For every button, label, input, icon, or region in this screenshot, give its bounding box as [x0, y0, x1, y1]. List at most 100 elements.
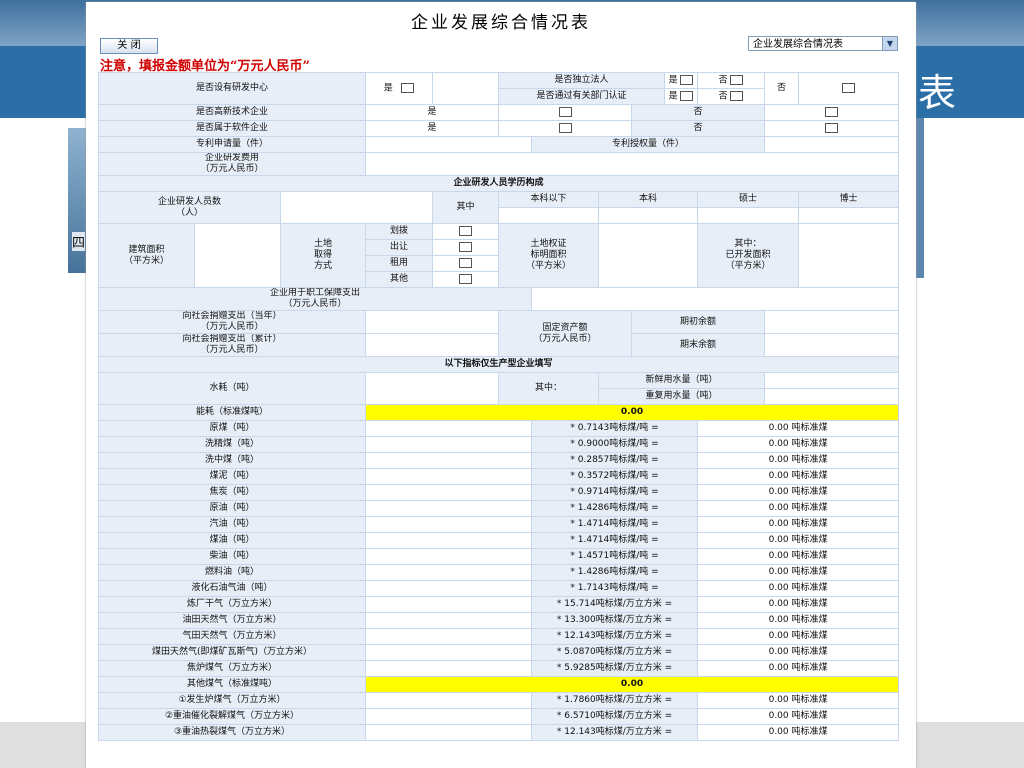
welfare-input[interactable] [531, 287, 900, 311]
fuel-input[interactable] [365, 468, 533, 485]
donate-total-input[interactable] [365, 333, 500, 357]
fuel-name: 煤泥（吨） [97, 468, 367, 485]
gas-input[interactable] [365, 692, 533, 709]
gas-rows: ①发生炉煤气（万立方米） * 1.7860吨标煤/万立方米 = 0.00 吨标准煤 ②… [97, 692, 900, 741]
patent-apply-input[interactable] [365, 136, 533, 153]
fuel-input[interactable] [365, 532, 533, 549]
edu-master-input[interactable] [697, 207, 800, 224]
rd-center-no [798, 72, 900, 105]
fuel-input[interactable] [365, 500, 533, 517]
dept-certified-yes: 是 [664, 88, 699, 105]
fuel-input[interactable] [365, 580, 533, 597]
edu-below-bachelor-input[interactable] [498, 207, 600, 224]
close-button[interactable]: 关 闭 [100, 38, 158, 54]
build-area-input[interactable] [194, 223, 281, 288]
rd-center-yes-checkbox[interactable] [401, 82, 415, 93]
rd-center-no-checkbox[interactable] [842, 82, 856, 93]
gas-result: 0.00 吨标准煤 [697, 708, 900, 725]
dept-certified-yes-checkbox[interactable] [680, 90, 694, 101]
fuel-input[interactable] [365, 484, 533, 501]
fuel-factor: * 12.143吨标煤/万立方米 = [531, 628, 699, 645]
patent-grant-input[interactable] [764, 136, 900, 153]
fuel-result: 0.00 吨标准煤 [697, 596, 900, 613]
hightech-no-checkbox[interactable] [825, 106, 839, 117]
opening-balance-label: 期初余额 [631, 310, 766, 334]
fuel-input[interactable] [365, 612, 533, 629]
gas-input[interactable] [365, 708, 533, 725]
water-input[interactable] [365, 372, 500, 405]
independent-legal-no-checkbox[interactable] [730, 74, 744, 85]
developed-area-input[interactable] [798, 223, 900, 288]
reuse-water-input[interactable] [764, 388, 900, 405]
edu-doctor-input[interactable] [798, 207, 900, 224]
donate-year-input[interactable] [365, 310, 500, 334]
fuel-factor: * 1.4571吨标煤/吨 = [531, 548, 699, 565]
edu-master: 硕士 [697, 191, 800, 208]
fuel-input[interactable] [365, 644, 533, 661]
fuel-name: 燃料油（吨） [97, 564, 367, 581]
fuel-factor: * 15.714吨标煤/万立方米 = [531, 596, 699, 613]
land-lease-cell [432, 255, 500, 272]
land-lease-checkbox[interactable] [459, 257, 473, 268]
fuel-input[interactable] [365, 516, 533, 533]
closing-balance-label: 期末余额 [631, 333, 766, 357]
opening-balance-input[interactable] [764, 310, 900, 334]
land-transfer-checkbox[interactable] [459, 241, 473, 252]
rd-count-input[interactable] [279, 191, 434, 224]
slide-photo-right [916, 118, 924, 278]
independent-legal-label: 是否独立法人 [498, 72, 666, 89]
fuel-factor: * 5.0870吨标煤/万立方米 = [531, 644, 699, 661]
hightech-yes-checkbox[interactable] [558, 106, 572, 117]
edu-bachelor-input[interactable] [598, 207, 699, 224]
rd-cost-input[interactable] [365, 152, 900, 176]
fuel-name: 原煤（吨） [97, 420, 367, 437]
hightech-label: 是否高新技术企业 [97, 104, 367, 121]
software-no [764, 120, 900, 137]
land-allocate-checkbox[interactable] [459, 225, 473, 236]
slide-left-text: 四 [72, 232, 86, 251]
fuel-result: 0.00 吨标准煤 [697, 628, 900, 645]
fuel-result: 0.00 吨标准煤 [697, 500, 900, 517]
dept-certified-no-checkbox[interactable] [730, 90, 744, 101]
form-window: 企业发展综合情况表 关 闭 企业发展综合情况表 ▼ 注意，填报金额单位为“万元人… [86, 2, 916, 768]
form-select[interactable]: 企业发展综合情况表 ▼ [748, 36, 898, 51]
land-cert-label: 土地权证 标明面积 （平方米） [498, 223, 600, 288]
software-no-checkbox[interactable] [825, 122, 839, 133]
fuel-input[interactable] [365, 596, 533, 613]
fuel-result: 0.00 吨标准煤 [697, 468, 900, 485]
fuel-name: 煤油（吨） [97, 532, 367, 549]
donate-total-label: 向社会捐赠支出（累计） （万元人民币） [97, 333, 367, 357]
gas-input[interactable] [365, 724, 533, 741]
fresh-water-input[interactable] [764, 372, 900, 389]
patent-apply-label: 专利申请量（件） [97, 136, 367, 153]
land-option-lease: 租用 [365, 255, 434, 272]
edu-below-bachelor: 本科以下 [498, 191, 600, 208]
fuel-input[interactable] [365, 628, 533, 645]
closing-balance-input[interactable] [764, 333, 900, 357]
fuel-name: 焦炉煤气（万立方米） [97, 660, 367, 677]
land-method-label: 土地 取得 方式 [279, 223, 367, 288]
fuel-factor: * 0.9000吨标煤/吨 = [531, 436, 699, 453]
land-other-checkbox[interactable] [459, 273, 473, 284]
fuel-row: 焦炭（吨） * 0.9714吨标煤/吨 = 0.00 吨标准煤 [97, 484, 900, 501]
production-only-header: 以下指标仅生产型企业填写 [97, 356, 900, 373]
fuel-input[interactable] [365, 420, 533, 437]
rd-center-no-label: 否 [764, 72, 800, 105]
chevron-down-icon[interactable]: ▼ [882, 37, 897, 50]
gas-name: ③重油热裂煤气（万立方米） [97, 724, 367, 741]
rd-count-among: 其中 [432, 191, 500, 224]
fuel-input[interactable] [365, 452, 533, 469]
fuel-factor: * 13.300吨标煤/万立方米 = [531, 612, 699, 629]
fuel-input[interactable] [365, 660, 533, 677]
fuel-factor: * 0.7143吨标煤/吨 = [531, 420, 699, 437]
independent-legal-yes-checkbox[interactable] [680, 74, 694, 85]
fuel-name: 液化石油气油（吨） [97, 580, 367, 597]
software-yes-checkbox[interactable] [558, 122, 572, 133]
land-cert-input[interactable] [598, 223, 699, 288]
fuel-input[interactable] [365, 564, 533, 581]
fuel-result: 0.00 吨标准煤 [697, 564, 900, 581]
gas-result: 0.00 吨标准煤 [697, 724, 900, 741]
fuel-input[interactable] [365, 436, 533, 453]
energy-label: 能耗（标准煤吨） [97, 404, 367, 421]
fuel-input[interactable] [365, 548, 533, 565]
